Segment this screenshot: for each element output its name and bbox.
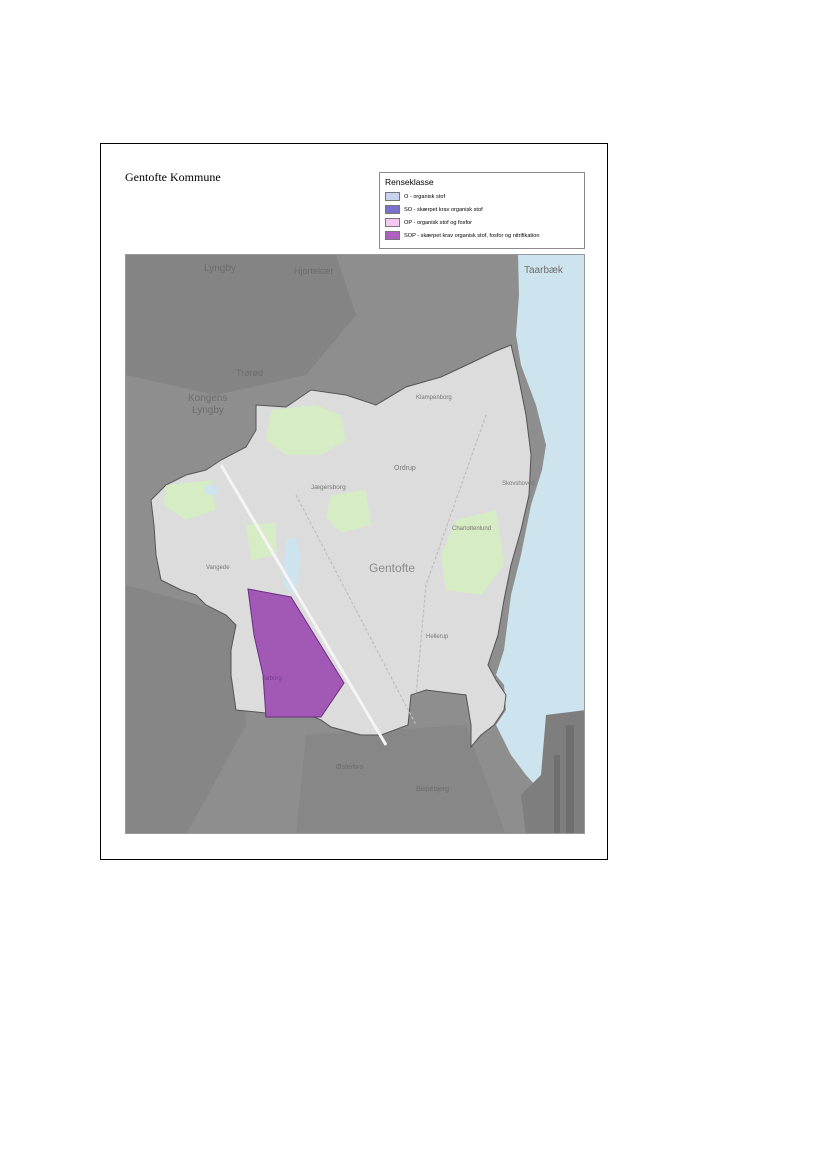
label-kongens-2: Lyngby: [192, 405, 224, 416]
legend: Renseklasse O - organisk stof SO - skærp…: [379, 172, 585, 249]
legend-swatch-o: [385, 192, 400, 201]
legend-label-o: O - organisk stof: [404, 193, 446, 200]
label-kongens-1: Kongens: [188, 393, 227, 404]
label-hjortekaer: Hjortekær: [294, 266, 334, 276]
label-bispebjerg: Bispebjerg: [416, 786, 449, 793]
map-svg: Lyngby Hjortekær Taarbæk Trørød Kongens …: [126, 255, 584, 833]
label-gentofte: Gentofte: [369, 561, 415, 575]
legend-item-op: OP - organisk stof og fosfor: [385, 216, 579, 229]
map-title: Gentofte Kommune: [125, 170, 221, 184]
legend-item-so: SO - skærpet krav organisk stof: [385, 203, 579, 216]
label-vangede: Vangede: [206, 565, 230, 571]
legend-label-sop: SOP - skærpet krav organisk stof, fosfor…: [404, 232, 540, 239]
label-taarbaek: Taarbæk: [524, 265, 564, 276]
legend-swatch-so: [385, 205, 400, 214]
label-skovshoved: Skovshoved: [502, 481, 535, 487]
legend-item-sop: SOP - skærpet krav organisk stof, fosfor…: [385, 229, 579, 242]
legend-swatch-op: [385, 218, 400, 227]
park-gentofte-lake: [246, 523, 276, 560]
map-layout-frame: Gentofte Kommune Renseklasse O - organis…: [100, 143, 608, 860]
legend-item-o: O - organisk stof: [385, 190, 579, 203]
legend-label-so: SO - skærpet krav organisk stof: [404, 206, 483, 213]
label-hellerup: Hellerup: [426, 634, 449, 640]
label-soborg: Søborg: [262, 676, 282, 682]
label-klampenborg: Klampenborg: [416, 395, 452, 401]
label-ordrup: Ordrup: [394, 465, 416, 472]
map-panel[interactable]: Lyngby Hjortekær Taarbæk Trørød Kongens …: [125, 254, 585, 834]
small-lake: [204, 485, 218, 495]
label-lyngby: Lyngby: [204, 263, 236, 274]
label-charlottenlund: Charlottenlund: [452, 526, 491, 532]
label-trorod: Trørød: [236, 368, 263, 378]
label-osterbro: Østerbro: [336, 764, 363, 771]
label-jaegersborg: Jægersborg: [311, 484, 346, 491]
legend-label-op: OP - organisk stof og fosfor: [404, 219, 472, 226]
legend-title: Renseklasse: [385, 177, 434, 187]
legend-swatch-sop: [385, 231, 400, 240]
